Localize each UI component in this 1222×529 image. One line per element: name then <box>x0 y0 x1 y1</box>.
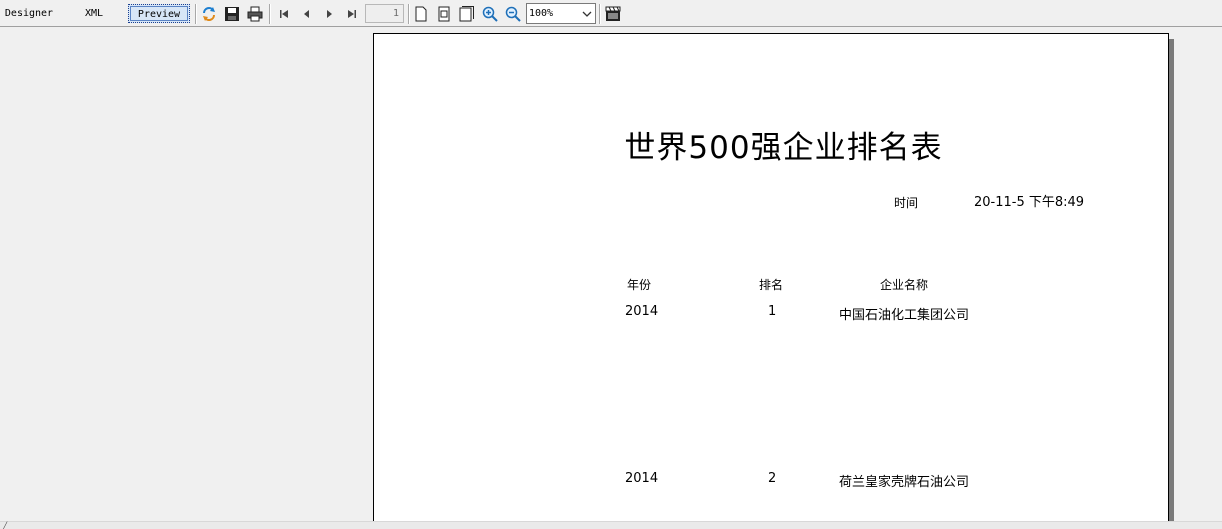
page-width-icon <box>438 6 450 22</box>
refresh-button[interactable] <box>199 4 219 24</box>
film-clapper-icon <box>605 6 621 21</box>
toolbar-separator <box>408 4 410 24</box>
zoom-in-icon <box>482 6 498 22</box>
time-label: 时间 <box>894 196 919 210</box>
cell-year: 2014 <box>625 471 659 486</box>
next-page-button[interactable] <box>319 4 339 24</box>
page-icon <box>415 6 427 22</box>
refresh-icon <box>203 7 215 21</box>
horizontal-scrollbar[interactable] <box>0 521 1222 529</box>
cell-company: 荷兰皇家壳牌石油公司 <box>839 475 970 490</box>
zoom-out-button[interactable] <box>503 4 523 24</box>
report-title: 世界500强企业排名表 <box>624 130 943 166</box>
tab-xml[interactable]: XML <box>80 4 108 23</box>
chevron-down-icon <box>582 11 592 17</box>
single-page-button[interactable] <box>411 4 431 24</box>
report-page: 世界500强企业排名表 时间 20-11-5 下午8:49 年份 排名 企业名称… <box>373 33 1169 528</box>
first-page-icon <box>280 10 288 18</box>
column-header-rank: 排名 <box>759 278 784 292</box>
toolbar-separator <box>269 4 271 24</box>
previous-page-icon <box>304 10 309 18</box>
save-button[interactable] <box>222 4 242 24</box>
print-button[interactable] <box>245 4 265 24</box>
cell-rank: 1 <box>768 304 777 319</box>
last-page-icon <box>348 10 356 18</box>
tab-designer[interactable]: Designer <box>2 4 56 23</box>
column-header-year: 年份 <box>627 278 652 292</box>
toolbar-separator <box>599 4 601 24</box>
page-width-button[interactable] <box>434 4 454 24</box>
preview-canvas[interactable]: 世界500强企业排名表 时间 20-11-5 下午8:49 年份 排名 企业名称… <box>0 27 1222 529</box>
printer-icon <box>247 6 263 22</box>
toolbar-separator <box>195 4 197 24</box>
next-page-icon <box>327 10 332 18</box>
toolbar: Designer XML Preview 1 100% <box>0 0 1222 27</box>
cell-year: 2014 <box>625 304 659 319</box>
column-header-company: 企业名称 <box>880 278 929 292</box>
last-page-button[interactable] <box>342 4 362 24</box>
page-number-input[interactable]: 1 <box>365 4 404 23</box>
multiple-pages-icon <box>459 6 474 22</box>
report-viewer-window: Designer XML Preview 1 100% 世界500强企业排名表 … <box>0 0 1222 529</box>
export-button[interactable] <box>603 4 623 24</box>
cell-rank: 2 <box>768 471 777 486</box>
zoom-in-button[interactable] <box>480 4 500 24</box>
tab-preview[interactable]: Preview <box>128 4 190 23</box>
zoom-out-icon <box>505 6 521 22</box>
resize-grip-icon: ╱ <box>3 522 8 529</box>
time-value: 20-11-5 下午8:49 <box>974 195 1085 210</box>
first-page-button[interactable] <box>274 4 294 24</box>
zoom-select[interactable]: 100% <box>526 3 596 24</box>
previous-page-button[interactable] <box>297 4 317 24</box>
cell-company: 中国石油化工集团公司 <box>839 308 970 323</box>
floppy-disk-icon <box>225 7 239 21</box>
zoom-value: 100% <box>529 8 554 19</box>
multiple-pages-button[interactable] <box>457 4 477 24</box>
